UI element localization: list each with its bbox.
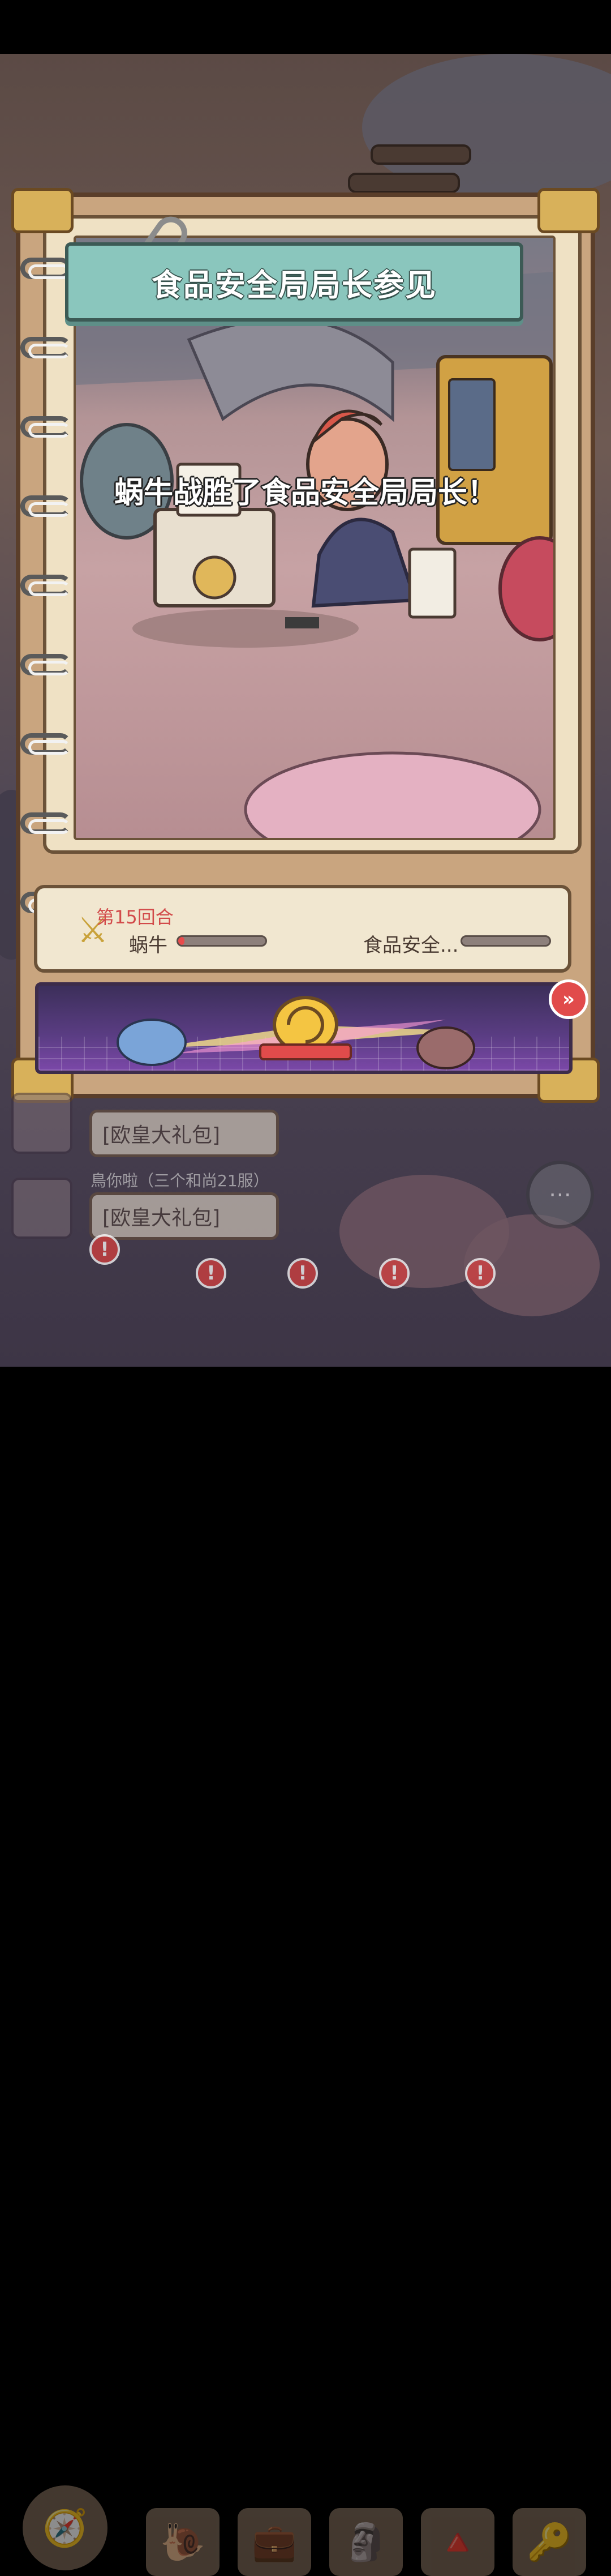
snail-emblem-icon bbox=[259, 996, 352, 1060]
boss-title-banner: 食品安全局局长参见 bbox=[65, 242, 523, 322]
player-hp-bar bbox=[177, 935, 267, 947]
enemy-name: 食品安全... bbox=[363, 934, 459, 957]
binder-ring bbox=[20, 733, 71, 755]
statue-icon[interactable]: 🗿 bbox=[329, 2508, 403, 2576]
enemy-hp-bar bbox=[461, 935, 551, 947]
player-hp-fill bbox=[178, 937, 184, 945]
status-bar bbox=[0, 0, 611, 54]
battle-result-message: 蜗牛战胜了食品安全局局长！ bbox=[114, 476, 497, 510]
corner-bracket bbox=[11, 188, 74, 233]
notification-badge: ! bbox=[196, 1258, 226, 1289]
notification-badge: ! bbox=[465, 1258, 496, 1289]
chat-avatar[interactable] bbox=[11, 1093, 72, 1154]
binder-ring bbox=[20, 416, 71, 438]
binder-ring bbox=[20, 258, 71, 279]
corner-bracket bbox=[537, 188, 600, 233]
chat-message[interactable]: [欧皇大礼包] bbox=[89, 1192, 279, 1240]
round-label: 第15回合 bbox=[96, 906, 174, 928]
chat-avatar[interactable] bbox=[11, 1178, 72, 1239]
notification-badge: ! bbox=[89, 1234, 120, 1265]
boss-scene-image bbox=[76, 272, 553, 838]
snail-icon[interactable]: 🐌 bbox=[146, 2508, 220, 2576]
gift-pack-text: [欧皇大礼包] bbox=[102, 1124, 221, 1147]
chat-icon[interactable]: ⋯ bbox=[526, 1161, 594, 1229]
compass-icon[interactable]: 🧭 bbox=[23, 2485, 107, 2570]
binder-ring bbox=[20, 575, 71, 596]
notification-badge: ! bbox=[379, 1258, 410, 1289]
briefcase-icon[interactable]: 💼 bbox=[238, 2508, 311, 2576]
gift-pack-text: [欧皇大礼包] bbox=[102, 1206, 221, 1230]
notification-badge: ! bbox=[287, 1258, 318, 1289]
key-icon[interactable]: 🔑 bbox=[513, 2508, 586, 2576]
chat-sender-name: 鳥你啦（三个和尚21服） bbox=[91, 1171, 269, 1190]
dialog-title: 食品安全局局长参见 bbox=[152, 267, 437, 303]
binder-ring bbox=[20, 337, 71, 358]
fast-forward-icon[interactable]: » bbox=[549, 979, 588, 1019]
chat-message[interactable]: [欧皇大礼包] bbox=[89, 1110, 279, 1157]
binder-ring bbox=[20, 654, 71, 675]
player-name: 蜗牛 bbox=[129, 934, 167, 957]
binder-ring bbox=[20, 812, 71, 834]
boss-illustration bbox=[74, 236, 556, 840]
pyramid-icon[interactable]: 🔺 bbox=[421, 2508, 494, 2576]
